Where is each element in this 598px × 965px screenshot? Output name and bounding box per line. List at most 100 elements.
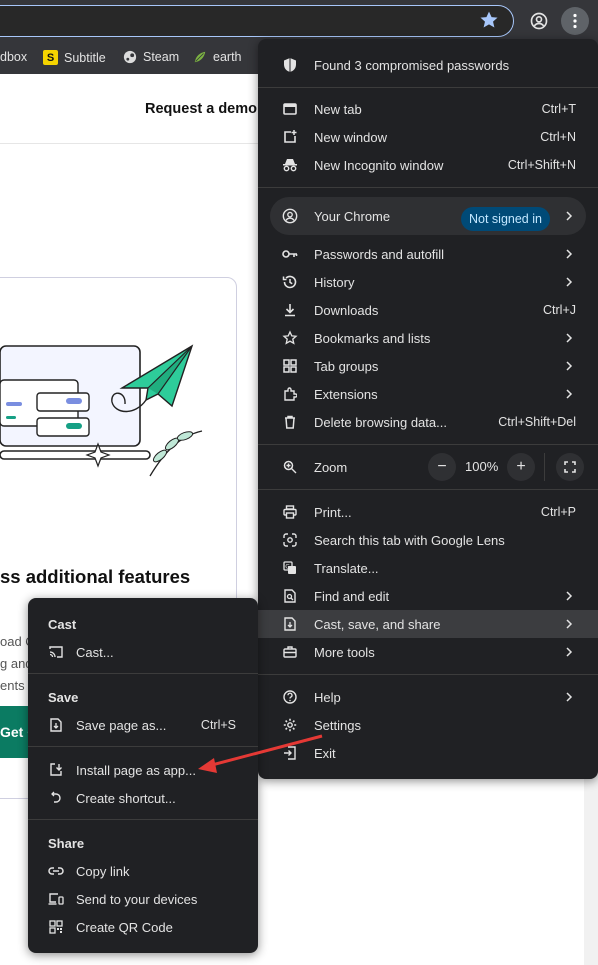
menu-item-new-tab[interactable]: New tab Ctrl+T — [258, 95, 598, 123]
zoom-value: 100% — [465, 459, 499, 474]
menu-item-bookmarks[interactable]: Bookmarks and lists — [258, 324, 598, 352]
chevron-right-icon — [566, 389, 573, 399]
submenu-item-qr-code[interactable]: Create QR Code — [28, 913, 258, 941]
password-alert-item[interactable]: Found 3 compromised passwords — [258, 51, 598, 79]
steam-icon — [123, 50, 137, 64]
shield-alert-icon — [282, 57, 298, 73]
translate-icon: G — [282, 560, 298, 576]
cast-save-share-submenu: Cast Cast... Save Save page as... Ctrl+S… — [28, 598, 258, 953]
cast-icon — [48, 644, 64, 660]
settings-icon — [282, 717, 298, 733]
submenu-item-create-shortcut[interactable]: Create shortcut... — [28, 784, 258, 812]
menu-separator — [258, 444, 598, 445]
share-heading: Share — [48, 836, 85, 851]
menu-item-delete-browsing-data[interactable]: Delete browsing data... Ctrl+Shift+Del — [258, 408, 598, 436]
zoom-divider — [544, 453, 545, 481]
bookmark-dbox[interactable]: dbox — [0, 50, 27, 64]
chevron-right-icon — [566, 249, 573, 259]
menu-item-history[interactable]: History — [258, 268, 598, 296]
chevron-right-icon — [566, 277, 573, 287]
incognito-icon — [282, 157, 298, 173]
menu-item-extensions[interactable]: Extensions — [258, 380, 598, 408]
password-alert-label: Found 3 compromised passwords — [314, 57, 510, 73]
devices-icon — [48, 891, 64, 907]
card-text-line: ents — [0, 678, 25, 693]
qr-code-icon — [48, 919, 64, 935]
chevron-right-icon — [566, 361, 573, 371]
menu-item-downloads[interactable]: Downloads Ctrl+J — [258, 296, 598, 324]
menu-item-passwords[interactable]: Passwords and autofill — [258, 240, 598, 268]
trash-icon — [282, 414, 298, 430]
bookmark-earth[interactable]: earth — [193, 50, 242, 64]
save-heading: Save — [48, 690, 79, 705]
account-circle-icon — [282, 208, 298, 224]
profile-icon[interactable] — [526, 8, 552, 34]
menu-item-find-edit[interactable]: Find and edit — [258, 582, 598, 610]
menu-item-exit[interactable]: Exit — [258, 739, 598, 767]
chevron-right-icon — [566, 333, 573, 343]
submenu-item-copy-link[interactable]: Copy link — [28, 857, 258, 885]
chevron-right-icon — [566, 591, 573, 601]
request-demo-link[interactable]: Request a demo — [145, 101, 257, 117]
star-icon — [282, 330, 298, 346]
save-page-icon — [48, 717, 64, 733]
key-icon — [282, 246, 298, 262]
chevron-right-icon — [566, 619, 573, 629]
menu-item-translate[interactable]: G Translate... — [258, 554, 598, 582]
not-signed-in-badge: Not signed in — [461, 207, 550, 231]
menu-item-new-window[interactable]: New window Ctrl+N — [258, 123, 598, 151]
submenu-item-cast[interactable]: Cast... — [28, 638, 258, 666]
zoom-out-button[interactable]: − — [428, 453, 456, 481]
subtitle-logo-icon: S — [43, 50, 58, 65]
menu-item-new-incognito[interactable]: New Incognito window Ctrl+Shift+N — [258, 151, 598, 179]
menu-item-help[interactable]: Help — [258, 683, 598, 711]
new-tab-icon — [282, 101, 298, 117]
submenu-item-install-app[interactable]: Install page as app... — [28, 756, 258, 784]
menu-separator — [28, 746, 258, 747]
chevron-right-icon — [566, 647, 573, 657]
cast-save-icon — [282, 616, 298, 632]
card-title: ss additional features — [0, 566, 191, 587]
new-window-icon — [282, 129, 298, 145]
fullscreen-button[interactable] — [556, 453, 584, 481]
chrome-main-menu: Found 3 compromised passwords New tab Ct… — [258, 39, 598, 779]
menu-item-print[interactable]: Print... Ctrl+P — [258, 498, 598, 526]
svg-text:G: G — [285, 564, 290, 571]
menu-item-tab-groups[interactable]: Tab groups — [258, 352, 598, 380]
print-icon — [282, 504, 298, 520]
exit-icon — [282, 745, 298, 761]
address-bar[interactable] — [0, 5, 514, 37]
menu-separator — [28, 673, 258, 674]
fullscreen-icon — [564, 461, 576, 473]
menu-separator — [28, 819, 258, 820]
browser-toolbar — [0, 0, 598, 42]
zoom-in-button[interactable]: + — [507, 453, 535, 481]
menu-separator — [258, 187, 598, 188]
submenu-item-save-page[interactable]: Save page as... Ctrl+S — [28, 711, 258, 739]
bookmark-star-icon[interactable] — [478, 9, 500, 31]
menu-separator — [258, 674, 598, 675]
menu-item-cast-save-share[interactable]: Cast, save, and share — [258, 610, 598, 638]
submenu-item-send-devices[interactable]: Send to your devices — [28, 885, 258, 913]
lens-icon — [282, 532, 298, 548]
toolbox-icon — [282, 644, 298, 660]
cast-heading: Cast — [48, 617, 77, 632]
bookmark-steam[interactable]: Steam — [123, 50, 179, 64]
link-icon — [48, 863, 64, 879]
install-app-icon — [48, 762, 64, 778]
zoom-icon — [282, 459, 298, 475]
earth-icon — [193, 50, 207, 64]
paper-plane-illustration — [0, 344, 203, 477]
find-icon — [282, 588, 298, 604]
shortcut-icon — [48, 790, 64, 806]
puzzle-icon — [282, 386, 298, 402]
chevron-right-icon — [566, 211, 573, 221]
history-icon — [282, 274, 298, 290]
menu-item-google-lens[interactable]: Search this tab with Google Lens — [258, 526, 598, 554]
menu-separator — [258, 489, 598, 490]
menu-item-settings[interactable]: Settings — [258, 711, 598, 739]
more-options-icon[interactable] — [561, 7, 589, 35]
bookmark-subtitle[interactable]: S Subtitle — [43, 50, 106, 65]
menu-item-more-tools[interactable]: More tools — [258, 638, 598, 666]
help-icon — [282, 689, 298, 705]
